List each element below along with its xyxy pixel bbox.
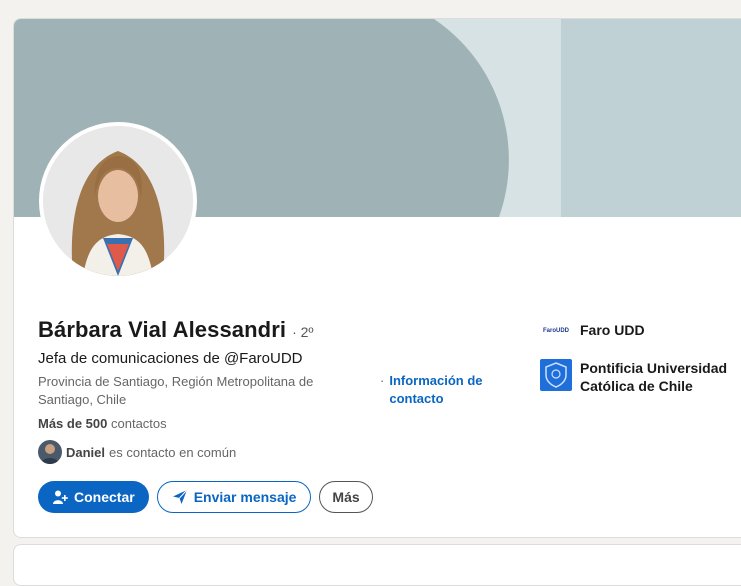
profile-name-row: Bárbara Vial Alessandri · 2º: [38, 317, 314, 343]
profile-card: Bárbara Vial Alessandri · 2º Jefa de com…: [13, 18, 741, 538]
mutual-name: Daniel: [66, 444, 106, 460]
org-name: Pontificia Universidad Católica de Chile: [580, 360, 728, 394]
send-icon: [172, 489, 188, 504]
more-label: Más: [332, 489, 360, 505]
connect-button[interactable]: Conectar: [38, 481, 149, 513]
profile-headline: Jefa de comunicaciones de @FaroUDD: [38, 350, 303, 367]
connection-degree: · 2º: [292, 324, 314, 340]
connections-label: contactos: [111, 416, 167, 431]
profile-photo[interactable]: [39, 122, 197, 280]
contact-info: · Información de contacto: [380, 372, 499, 408]
connect-label: Conectar: [74, 489, 135, 505]
mutual-connections[interactable]: Daniel es contacto en común: [38, 440, 236, 464]
connections-count[interactable]: Más de 500 contactos: [38, 416, 167, 431]
profile-name: Bárbara Vial Alessandri: [38, 317, 287, 342]
send-message-label: Enviar mensaje: [193, 489, 297, 505]
faro-udd-logo-text: FaroUDD: [542, 328, 569, 334]
org-puc-chile[interactable]: Pontificia Universidad Católica de Chile: [540, 359, 741, 395]
org-faro-udd[interactable]: FaroUDD Faro UDD: [540, 321, 645, 341]
org-name: Faro UDD: [580, 322, 645, 338]
profile-location: Provincia de Santiago, Región Metropolit…: [38, 374, 314, 407]
profile-actions: Conectar Enviar mensaje Más: [38, 481, 373, 513]
separator-dot: ·: [380, 373, 385, 388]
university-crest-icon: [540, 359, 572, 391]
next-section-card: [13, 544, 741, 586]
mutual-avatar: [38, 440, 62, 464]
send-message-button[interactable]: Enviar mensaje: [156, 481, 312, 513]
mutual-text: es contacto en común: [109, 444, 237, 460]
faro-udd-logo: FaroUDD: [540, 321, 572, 341]
contact-info-link[interactable]: Información de contacto: [389, 372, 499, 408]
connections-number: Más de 500: [38, 416, 108, 431]
add-person-icon: [53, 490, 68, 504]
more-button[interactable]: Más: [319, 481, 373, 513]
